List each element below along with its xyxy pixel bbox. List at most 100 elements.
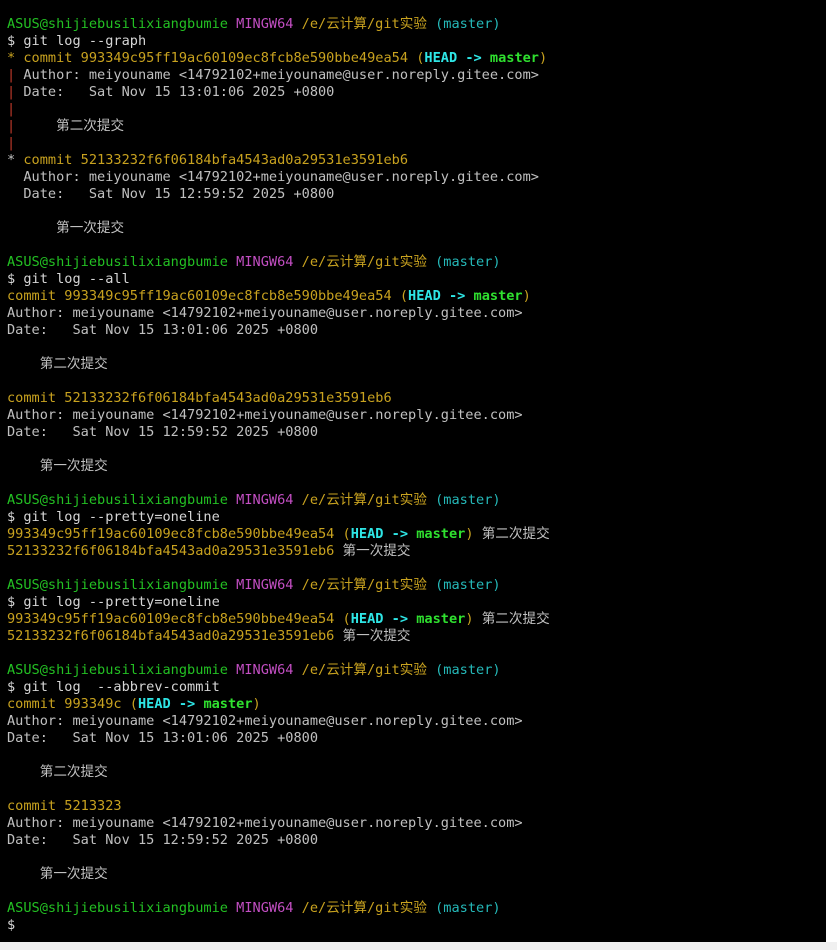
terminal-text: $ git log --graph: [7, 33, 147, 49]
terminal-text: commit 52133232f6f06184bfa4543ad0a29531e…: [7, 390, 392, 406]
terminal-text: MINGW64: [236, 16, 294, 32]
terminal-text: 第二次提交: [473, 611, 550, 627]
terminal-line: 第一次提交: [7, 866, 826, 883]
terminal-text: /e/云计算/git实验: [301, 254, 427, 270]
terminal-line: $ git log --all: [7, 271, 826, 288]
terminal-text: master: [416, 526, 466, 542]
terminal-text: MINGW64: [236, 577, 294, 593]
terminal-line: ASUS@shijiebusilixiangbumie MINGW64 /e/云…: [7, 662, 826, 679]
terminal-line: 993349c95ff19ac60109ec8fcb8e590bbe49ea54…: [7, 611, 826, 628]
terminal-line: Author: meiyouname <14792102+meiyouname@…: [7, 169, 826, 186]
terminal-line: * commit 993349c95ff19ac60109ec8fcb8e590…: [7, 50, 826, 67]
terminal-text: commit 5213323: [7, 798, 122, 814]
terminal-text: 第一次提交: [7, 866, 108, 882]
terminal-line: commit 993349c95ff19ac60109ec8fcb8e590bb…: [7, 288, 826, 305]
terminal-text: 第二次提交: [15, 118, 125, 134]
terminal-text: $ git log --all: [7, 271, 130, 287]
terminal-line: Author: meiyouname <14792102+meiyouname@…: [7, 815, 826, 832]
terminal-text: MINGW64: [236, 492, 294, 508]
window-bottom-edge: [0, 942, 837, 950]
terminal-line: commit 993349c (HEAD -> master): [7, 696, 826, 713]
terminal-text: 52133232f6f06184bfa4543ad0a29531e3591eb6: [7, 628, 335, 644]
terminal-text: /e/云计算/git实验: [301, 900, 427, 916]
terminal-text: Date: Sat Nov 15 12:59:52 2025 +0800: [7, 832, 318, 848]
terminal-line: ASUS@shijiebusilixiangbumie MINGW64 /e/云…: [7, 492, 826, 509]
terminal-text: 第一次提交: [7, 458, 108, 474]
terminal-text: Date: Sat Nov 15 13:01:06 2025 +0800: [7, 322, 318, 338]
terminal-text: $ git log --abbrev-commit: [7, 679, 220, 695]
terminal-text: 第一次提交: [7, 220, 125, 236]
terminal-text: Author: meiyouname <14792102+meiyouname@…: [7, 305, 523, 321]
terminal-line: ASUS@shijiebusilixiangbumie MINGW64 /e/云…: [7, 254, 826, 271]
terminal-line: ASUS@shijiebusilixiangbumie MINGW64 /e/云…: [7, 577, 826, 594]
terminal-text: /e/云计算/git实验: [301, 577, 427, 593]
terminal-text: |: [7, 84, 16, 100]
terminal-line: 993349c95ff19ac60109ec8fcb8e590bbe49ea54…: [7, 526, 826, 543]
terminal-line: Author: meiyouname <14792102+meiyouname@…: [7, 713, 826, 730]
terminal-line: commit 5213323: [7, 798, 826, 815]
terminal-text: *: [7, 152, 16, 168]
terminal-text: 第二次提交: [7, 356, 108, 372]
terminal-line: $ git log --abbrev-commit: [7, 679, 826, 696]
terminal-line: |: [7, 135, 826, 152]
terminal-text: |: [7, 118, 16, 134]
terminal-text: 993349c95ff19ac60109ec8fcb8e590bbe49ea54…: [7, 611, 351, 627]
terminal-line: Date: Sat Nov 15 12:59:52 2025 +0800: [7, 424, 826, 441]
terminal-text: Author: meiyouname <14792102+meiyouname@…: [7, 815, 523, 831]
terminal-text: (master): [435, 254, 501, 270]
terminal-text: master: [416, 611, 466, 627]
terminal-text: ASUS@shijiebusilixiangbumie: [7, 492, 228, 508]
terminal-line: Date: Sat Nov 15 13:01:06 2025 +0800: [7, 322, 826, 339]
terminal-line: $ git log --pretty=oneline: [7, 594, 826, 611]
terminal-text: (master): [435, 900, 501, 916]
terminal-text: Author: meiyouname <14792102+meiyouname@…: [15, 67, 539, 83]
terminal-text: ASUS@shijiebusilixiangbumie: [7, 577, 228, 593]
terminal-line: 第二次提交: [7, 356, 826, 373]
terminal-text: |: [7, 101, 16, 117]
terminal-text: Author: meiyouname <14792102+meiyouname@…: [7, 407, 523, 423]
terminal-line: Date: Sat Nov 15 13:01:06 2025 +0800: [7, 730, 826, 747]
terminal-line: | Date: Sat Nov 15 13:01:06 2025 +0800: [7, 84, 826, 101]
terminal-text: commit 993349c95ff19ac60109ec8fcb8e590bb…: [7, 288, 409, 304]
terminal-line: 第一次提交: [7, 220, 826, 237]
terminal-text: HEAD ->: [408, 288, 474, 304]
terminal-text: ): [465, 526, 474, 542]
terminal-text: ASUS@shijiebusilixiangbumie: [7, 900, 228, 916]
terminal-line: $ git log --graph: [7, 33, 826, 50]
terminal-text: (master): [435, 662, 501, 678]
terminal-text: |: [7, 67, 16, 83]
terminal-line: * commit 52133232f6f06184bfa4543ad0a2953…: [7, 152, 826, 169]
terminal-text: ): [465, 611, 474, 627]
terminal-text: 第二次提交: [473, 526, 550, 542]
terminal-line: | 第二次提交: [7, 118, 826, 135]
terminal-line: ASUS@shijiebusilixiangbumie MINGW64 /e/云…: [7, 900, 826, 917]
terminal-text: /e/云计算/git实验: [301, 492, 427, 508]
terminal-window[interactable]: ASUS@shijiebusilixiangbumie MINGW64 /e/云…: [0, 0, 826, 942]
terminal-text: ): [539, 50, 548, 66]
terminal-line: $: [7, 917, 826, 934]
terminal-text: ASUS@shijiebusilixiangbumie: [7, 254, 228, 270]
terminal-text: Author: meiyouname <14792102+meiyouname@…: [7, 169, 539, 185]
terminal-line: Author: meiyouname <14792102+meiyouname@…: [7, 305, 826, 322]
terminal-text: master: [489, 50, 539, 66]
terminal-line: Date: Sat Nov 15 12:59:52 2025 +0800: [7, 186, 826, 203]
